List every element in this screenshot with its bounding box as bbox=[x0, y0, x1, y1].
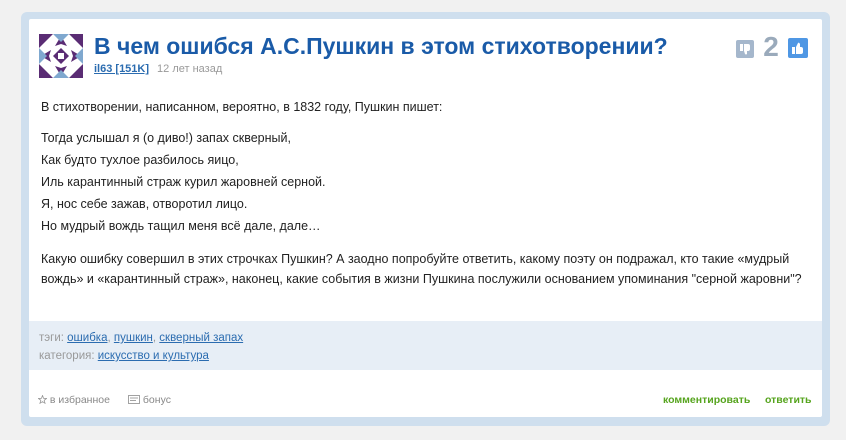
reply-button[interactable]: ответить bbox=[765, 394, 812, 406]
tag-link[interactable]: пушкин bbox=[114, 332, 153, 344]
poem-line: Но мудрый вождь тащил меня всё дале, дал… bbox=[41, 219, 321, 233]
question-meta: il63 [151K] 12 лет назад bbox=[94, 63, 222, 75]
thumbs-down-icon bbox=[740, 44, 750, 55]
bonus-button[interactable]: бонус bbox=[128, 394, 171, 406]
poem-line: Как будто тухлое разбилось яицо, bbox=[41, 153, 239, 167]
avatar[interactable] bbox=[39, 34, 83, 78]
category-link[interactable]: искусство и культура bbox=[98, 350, 209, 362]
question-text: Какую ошибку совершил в этих строчках Пу… bbox=[41, 252, 802, 286]
vote-count: 2 bbox=[763, 31, 779, 62]
favorite-label: в избранное bbox=[49, 394, 110, 406]
tags-row: тэги: ошибка, пушкин, скверный запах bbox=[39, 332, 243, 344]
category-row: категория: искусство и культура bbox=[39, 350, 209, 362]
poem: Тогда услышал я (о диво!) запах скверный… bbox=[41, 127, 809, 237]
vote-down-button[interactable] bbox=[736, 40, 754, 58]
thumbs-up-icon bbox=[792, 42, 803, 54]
tags-section: тэги: ошибка, пушкин, скверный запах кат… bbox=[29, 321, 822, 370]
question-intro: В стихотворении, написанном, вероятно, в… bbox=[41, 100, 443, 114]
vote-up-button[interactable] bbox=[788, 38, 808, 58]
star-icon bbox=[37, 394, 48, 405]
question-card: В чем ошибся А.С.Пушкин в этом стихотвор… bbox=[29, 19, 822, 417]
poem-line: Тогда услышал я (о диво!) запах скверный… bbox=[41, 131, 291, 145]
bonus-label: бонус bbox=[142, 394, 171, 406]
question-title[interactable]: В чем ошибся А.С.Пушкин в этом стихотвор… bbox=[94, 32, 668, 60]
tag-link[interactable]: ошибка bbox=[67, 332, 107, 344]
poem-line: Иль карантинный страж курил жаровней сер… bbox=[41, 175, 326, 189]
comment-button[interactable]: комментировать bbox=[663, 394, 750, 406]
tag-link[interactable]: скверный запах bbox=[159, 332, 243, 344]
tag-separator: , bbox=[107, 332, 111, 344]
favorite-button[interactable]: в избранное bbox=[37, 394, 110, 406]
category-label: категория: bbox=[39, 350, 95, 362]
author-link[interactable]: il63 [151K] bbox=[94, 63, 149, 75]
question-card-frame: В чем ошибся А.С.Пушкин в этом стихотвор… bbox=[21, 12, 830, 426]
tag-separator: , bbox=[152, 332, 157, 344]
bonus-icon bbox=[128, 395, 140, 404]
question-time: 12 лет назад bbox=[157, 63, 223, 75]
question-body: В стихотворении, написанном, вероятно, в… bbox=[41, 99, 809, 289]
tags-label: тэги: bbox=[39, 332, 64, 344]
poem-line: Я, нос себе зажав, отворотил лицо. bbox=[41, 197, 248, 211]
